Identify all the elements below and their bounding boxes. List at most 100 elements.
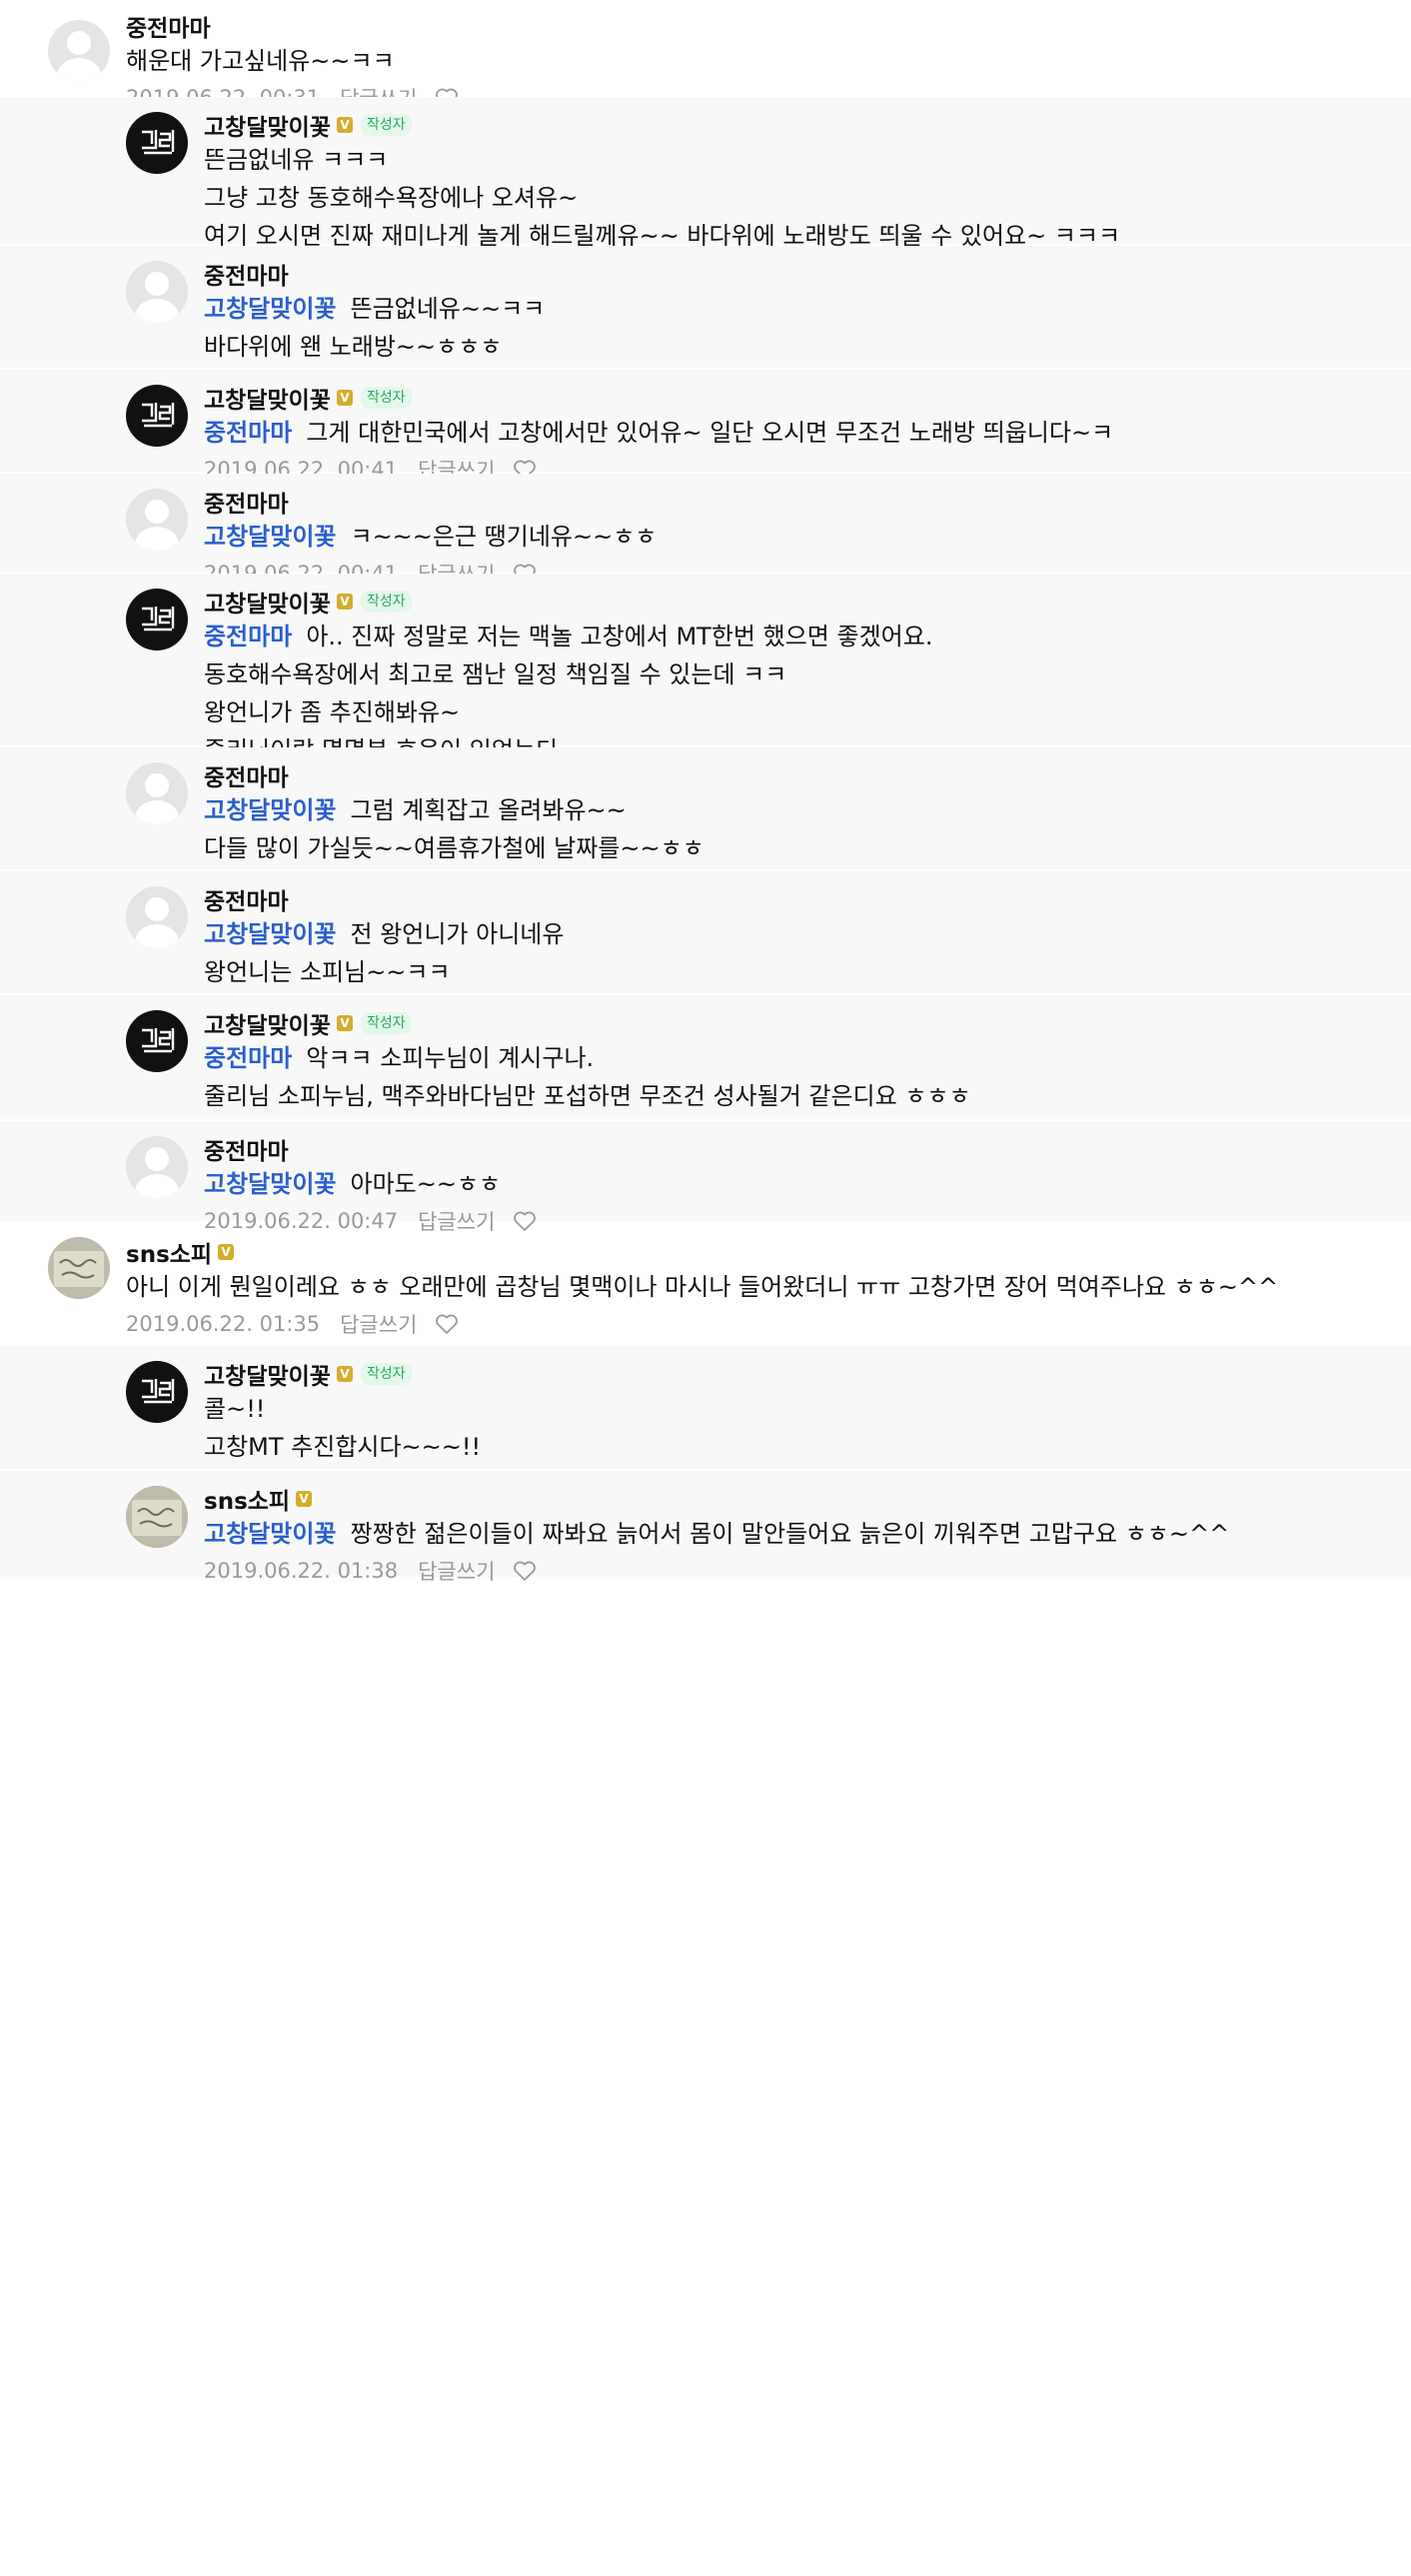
nickname[interactable]: 중전마마 [204, 758, 289, 792]
comment-message: 악ㅋㅋ 소피누님이 계시구나. 줄리님 소피누님, 맥주와바다님만 포섭하면 무… [204, 1044, 971, 1110]
name-line: 중전마마 [204, 1133, 1401, 1165]
author-badge: 작성자 [360, 591, 412, 613]
mention-link[interactable]: 중전마마 [204, 419, 292, 447]
nickname[interactable]: 고창달맞이꽃 [204, 381, 331, 415]
name-line: 고창달맞이꽃 V 작성자 [204, 1007, 1401, 1039]
comment-text: 해운대 가고싶네유~~ㅋㅋ [126, 42, 1401, 80]
nickname[interactable]: 중전마마 [204, 1132, 289, 1166]
avatar-head-shape [145, 897, 169, 921]
avatar[interactable] [126, 1361, 188, 1423]
avatar[interactable] [126, 762, 188, 824]
nickname[interactable]: 중전마마 [204, 485, 289, 519]
mention-link[interactable]: 고창달맞이꽃 [204, 1520, 336, 1548]
name-line: 고창달맞이꽃 V 작성자 [204, 382, 1401, 414]
reply-button[interactable]: 답글쓰기 [340, 1309, 417, 1339]
nickname[interactable]: 고창달맞이꽃 [204, 108, 331, 142]
comment-message: 콜~!! 고창MT 추진합시다~~~!! [204, 1395, 482, 1461]
like-heart-icon[interactable] [513, 1560, 537, 1582]
mention-link[interactable]: 고창달맞이꽃 [204, 1170, 336, 1198]
avatar[interactable] [126, 1136, 188, 1198]
mention-link[interactable]: 고창달맞이꽃 [204, 920, 336, 948]
nickname[interactable]: 고창달맞이꽃 [204, 1357, 331, 1391]
comment-meta: 2019.06.22. 01:38 답글쓰기 [204, 1553, 1401, 1589]
comment-text: 고창달맞이꽃 짱짱한 젊은이들이 짜봐요 늙어서 몸이 말안들어요 늙은이 끼워주… [204, 1515, 1401, 1553]
reply-button[interactable]: 답글쓰기 [418, 1556, 495, 1586]
avatar[interactable] [126, 112, 188, 174]
avatar-head-shape [145, 272, 169, 296]
comment-message: 해운대 가고싶네유~~ㅋㅋ [126, 47, 395, 75]
comment-message: 뜬금없네유 ㅋㅋㅋ 그냥 고창 동호해수욕장에나 오셔유~ 여기 오시면 진짜 … [204, 146, 1121, 250]
avatar[interactable] [126, 1010, 188, 1072]
verified-badge-icon: V [336, 1366, 353, 1382]
comment-text: 콜~!! 고창MT 추진합시다~~~!! [204, 1390, 1401, 1466]
nickname[interactable]: 중전마마 [126, 9, 211, 43]
avatar-body-shape [57, 58, 101, 82]
reply-item: 중전마마 고창달맞이꽃 그럼 계획잡고 올려봐유~~ 다들 많이 가실듯~~여름휴가… [0, 747, 1411, 898]
avatar[interactable] [126, 589, 188, 650]
comment-message: ㅋ~~~은근 땡기네유~~ㅎㅎ [350, 523, 658, 551]
verified-badge-icon: V [296, 1491, 313, 1507]
verified-badge-icon: V [218, 1244, 235, 1260]
nickname[interactable]: sns소피 [126, 1235, 212, 1269]
nickname[interactable]: 중전마마 [204, 257, 289, 291]
name-line: 중전마마 [204, 486, 1401, 518]
reply-item: 고창달맞이꽃 V 작성자중전마마 아.. 진짜 정말로 저는 맥놀 고창에서 MT한번… [0, 574, 1411, 800]
comment-date: 2019.06.22. 01:35 [126, 1312, 321, 1336]
avatar[interactable] [126, 1486, 188, 1548]
comment-text: 아니 이게 뭔일이레요 ㅎㅎ 오래만에 곱창님 몇맥이나 마시나 들어왔더니 ㅠ… [126, 1268, 1401, 1306]
comment-message: 아.. 진짜 정말로 저는 맥놀 고창에서 MT한번 했으면 좋겠어요. 동호해… [204, 623, 933, 764]
verified-badge-icon: V [336, 594, 353, 610]
name-line: 중전마마 [204, 759, 1401, 791]
avatar-head-shape [145, 1147, 169, 1171]
reply-item: 고창달맞이꽃V작성자콜~!! 고창MT 추진합시다~~~!!2019.06.22… [0, 1346, 1411, 1497]
nickname[interactable]: 고창달맞이꽃 [204, 585, 331, 619]
comment-text: 고창달맞이꽃 그럼 계획잡고 올려봐유~~ 다들 많이 가실듯~~여름휴가철에 날… [204, 791, 1401, 867]
comment-text: 고창달맞이꽃 뜬금없네유~~ㅋㅋ 바다위에 왠 노래방~~ㅎㅎㅎ [204, 290, 1401, 366]
comment-body: sns소피 V 고창달맞이꽃 짱짱한 젊은이들이 짜봐요 늙어서 몸이 말안들어요 늙… [204, 1483, 1401, 1589]
avatar-body-shape [135, 299, 179, 323]
mention-link[interactable]: 고창달맞이꽃 [204, 523, 336, 551]
like-heart-icon[interactable] [435, 1313, 459, 1335]
avatar[interactable] [126, 261, 188, 323]
avatar[interactable] [126, 886, 188, 948]
avatar-body-shape [135, 924, 179, 948]
verified-badge-icon: V [336, 1015, 353, 1031]
comment-meta: 2019.06.22. 01:35 답글쓰기 [126, 1306, 1401, 1342]
name-line: 고창달맞이꽃 V 작성자 [204, 586, 1401, 618]
nickname[interactable]: 중전마마 [204, 882, 289, 916]
avatar-head-shape [145, 500, 169, 524]
comment-text: 중전마마 악ㅋㅋ 소피누님이 계시구나. 줄리님 소피누님, 맥주와바다님만 포섭… [204, 1039, 1401, 1115]
reply-item: 고창달맞이꽃 V 작성자 중전마마 그게 대한민국에서 고창에서만 있어유~ 일단 오시… [0, 370, 1411, 483]
reply-item: 중전마마 고창달맞이꽃 아마도~~ㅎㅎ 2019.06.22. 00:47 답글쓰기 [0, 1121, 1411, 1234]
avatar[interactable] [126, 385, 188, 447]
nickname[interactable]: sns소피 [204, 1482, 290, 1516]
mention-link[interactable]: 고창달맞이꽃 [204, 796, 336, 824]
avatar-head-shape [67, 31, 91, 55]
author-badge: 작성자 [360, 1363, 412, 1385]
mention-link[interactable]: 중전마마 [204, 623, 292, 650]
nickname[interactable]: 고창달맞이꽃 [204, 1006, 331, 1040]
comment-message: 그게 대한민국에서 고창에서만 있어유~ 일단 오시면 무조건 노래방 띄웁니다… [306, 419, 1114, 447]
comment-message: 짱짱한 젊은이들이 짜봐요 늙어서 몸이 말안들어요 늙은이 끼워주면 고맙구요… [350, 1520, 1230, 1548]
author-badge: 작성자 [360, 1012, 412, 1034]
reply-item: 중전마마고창달맞이꽃뜬금없네유~~ㅋㅋ 바다위에 왠 노래방~~ㅎㅎㅎ2019.… [0, 246, 1411, 397]
name-line: sns소피 V [204, 1483, 1401, 1515]
comment-thread: 중전마마해운대 가고싶네유~~ㅋㅋ2019.06.22. 00:31답글쓰기고창… [0, 0, 1411, 1584]
name-line: 고창달맞이꽃 V 작성자 [204, 1358, 1401, 1390]
author-badge: 작성자 [360, 114, 412, 136]
reply-item: 고창달맞이꽃 V 작성자중전마마 악ㅋㅋ 소피누님이 계시구나. 줄리님 소피누님, … [0, 995, 1411, 1146]
name-line: 중전마마 [204, 258, 1401, 290]
avatar-head-shape [145, 773, 169, 797]
avatar[interactable] [126, 489, 188, 551]
comment-text: 고창달맞이꽃 ㅋ~~~은근 땡기네유~~ㅎㅎ [204, 518, 1401, 556]
avatar[interactable] [48, 20, 110, 82]
mention-link[interactable]: 고창달맞이꽃 [204, 295, 336, 323]
verified-badge-icon: V [336, 390, 353, 406]
avatar-body-shape [135, 527, 179, 551]
comment-item: sns소피 V 아니 이게 뭔일이레요 ㅎㅎ 오래만에 곱창님 몇맥이나 마시나 들… [0, 1221, 1411, 1344]
comment-message: 아마도~~ㅎㅎ [350, 1170, 502, 1198]
mention-link[interactable]: 중전마마 [204, 1044, 292, 1072]
comment-item: 중전마마해운대 가고싶네유~~ㅋㅋ2019.06.22. 00:31답글쓰기 [0, 0, 1411, 111]
reply-item: 고창달맞이꽃 V 작성자 뜬금없네유 ㅋㅋㅋ 그냥 고창 동호해수욕장에나 오셔유~ … [0, 97, 1411, 286]
avatar[interactable] [48, 1237, 110, 1299]
